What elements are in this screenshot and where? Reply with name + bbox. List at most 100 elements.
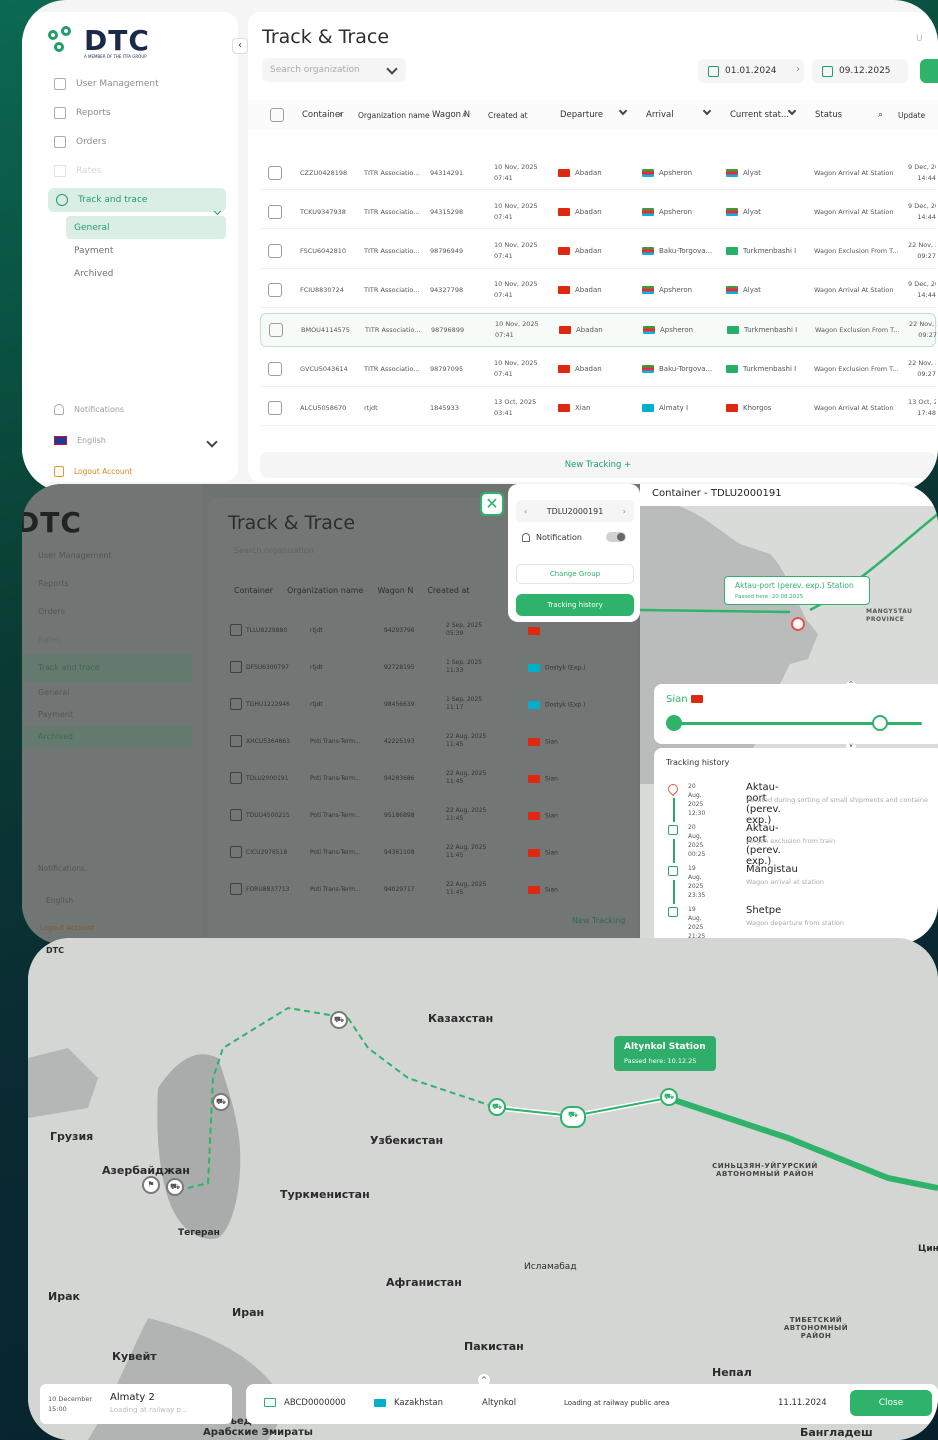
select-all-checkbox[interactable] (270, 108, 284, 122)
train-current-icon[interactable]: ⛟ (560, 1106, 586, 1128)
station-marker[interactable]: ⛟ (660, 1088, 678, 1106)
sidebar-sub-archived[interactable]: Archived (22, 726, 192, 748)
row-checkbox[interactable] (268, 204, 282, 219)
column-created-at[interactable]: Created at (488, 111, 528, 120)
date-to-picker[interactable]: 09.12.2025 (812, 59, 908, 83)
table-row[interactable]: GVCU5043614 TITR Associatio... 98797095 10 … (260, 353, 936, 387)
sidebar-item-rates[interactable]: Rates (22, 156, 238, 185)
station-marker[interactable]: ⛟ (488, 1098, 506, 1116)
language-select[interactable]: English (46, 896, 73, 905)
notification-toggle[interactable] (605, 532, 626, 542)
cell-arr-text: Baku-Torgova... (659, 247, 713, 256)
sidebar-item-user-management[interactable]: User Management (22, 69, 238, 98)
row-checkbox[interactable] (268, 362, 282, 376)
notifications-link[interactable]: Notifications (54, 404, 124, 415)
row-checkbox[interactable] (268, 244, 282, 259)
sidebar-sub-general[interactable]: General (66, 216, 226, 239)
row-checkbox[interactable] (230, 883, 242, 895)
chevron-left-icon[interactable]: ‹ (524, 507, 527, 516)
row-checkbox[interactable] (230, 772, 242, 784)
search-icon[interactable]: ⌕ (338, 110, 343, 120)
sidebar-item-reports[interactable]: Reports (22, 98, 238, 127)
column-wagon[interactable]: Wagon N (377, 586, 413, 595)
aktau-station-marker[interactable] (791, 617, 805, 631)
chevron-down-icon[interactable] (206, 436, 218, 448)
change-group-button[interactable]: Change Group (516, 564, 634, 584)
column-created-at[interactable]: Created at (427, 586, 469, 595)
column-container[interactable]: Container (234, 586, 273, 595)
new-tracking-button[interactable]: New Tracking + (260, 452, 936, 478)
search-organization-input[interactable]: Search organization (262, 58, 406, 82)
sidebar-item-rates[interactable]: Rates (22, 626, 192, 654)
sidebar-item-track-and-trace[interactable]: Track and trace (22, 654, 192, 682)
operation-date: 11.11.2024 (778, 1398, 827, 1408)
row-checkbox[interactable] (268, 283, 282, 298)
search-icon[interactable]: ⌕ (878, 110, 883, 120)
column-status[interactable]: Status (815, 110, 842, 120)
table-row[interactable]: DFSU6300797 rtjdt 92728195 1 Sep, 2025 11:33… (214, 653, 638, 683)
cell-created-time: 07:41 (494, 212, 513, 221)
table-row[interactable]: FORU8837713 Poti Trans-Term... 94029717 22 … (214, 875, 638, 905)
sidebar-item-user-management[interactable]: User Management (22, 542, 192, 570)
sidebar-item-orders[interactable]: Orders (22, 598, 192, 626)
row-checkbox[interactable] (230, 846, 242, 858)
row-checkbox[interactable] (230, 809, 242, 821)
collapse-sidebar-button[interactable]: ‹ (232, 38, 248, 54)
station-marker[interactable]: ⛟ (330, 1011, 348, 1029)
row-checkbox[interactable] (268, 165, 282, 180)
table-row[interactable]: TGHU1222946 rtjdt 98456639 1 Sep, 2025 11:17… (214, 690, 638, 720)
table-row[interactable]: FCIU8830724 TITR Associatio... 94327798 10 … (260, 274, 936, 308)
row-checkbox[interactable] (230, 661, 242, 673)
notifications-link[interactable]: Notifications (38, 864, 85, 873)
table-row[interactable]: TDUU4500215 Poti Trans-Term... 95186898 22 … (214, 801, 638, 831)
column-organization[interactable]: Organization name (358, 111, 430, 120)
cell-wagon: 98456639 (384, 701, 415, 708)
column-organization[interactable]: Organization name (287, 586, 363, 595)
chevron-right-icon[interactable]: › (623, 507, 626, 516)
table-row[interactable]: FSCU6042810 TITR Associatio... 98796949 10 … (260, 235, 936, 269)
search-organization-input[interactable]: Search organization (234, 546, 314, 555)
close-button[interactable]: Close (850, 1390, 932, 1416)
apply-button[interactable] (920, 59, 938, 83)
cell-status: Wagon Arrival At Station (814, 168, 894, 177)
table-row[interactable]: TCKU9347938 TITR Associatio... 94315298 10 … (260, 195, 936, 230)
chevron-up-icon[interactable]: ^ (846, 681, 856, 691)
row-checkbox[interactable] (230, 735, 242, 747)
sidebar-sub-payment[interactable]: Payment (22, 239, 238, 262)
table-row[interactable]: BMOU4114575 TITR Associatio... 98796899 10 … (260, 313, 937, 348)
column-arrival[interactable]: Arrival (646, 110, 674, 120)
column-departure[interactable]: Departure (560, 110, 603, 120)
table-row[interactable]: ALCU5058670 rtjdt 1845933 13 Oct, 2025 03:41… (260, 392, 936, 426)
tracking-history-button[interactable]: Tracking history (516, 594, 634, 616)
cell-update: 9 Dec, 20 14:44 (908, 279, 936, 301)
row-checkbox[interactable] (269, 323, 283, 338)
station-marker[interactable]: ⛟ (212, 1093, 230, 1111)
table-row[interactable]: XHCU5364863 Poti Trans-Term... 42225193 22 … (214, 727, 638, 757)
new-tracking-button[interactable]: New Tracking (572, 916, 625, 925)
row-checkbox[interactable] (268, 401, 282, 416)
language-select[interactable]: English (54, 436, 106, 445)
flag-marker-icon[interactable]: ⚑ (142, 1176, 160, 1194)
search-icon[interactable]: ⌕ (462, 110, 467, 120)
close-icon[interactable]: ✕ (480, 492, 504, 516)
table-row[interactable]: TDLU2000191 Poti Trans-Term... 94283686 22 … (214, 764, 638, 794)
main-content: Track & Trace Search organization 01.01.… (248, 12, 938, 482)
current-train-icon[interactable] (872, 715, 888, 731)
station-marker[interactable]: ⛟ (166, 1178, 184, 1196)
sidebar-item-track-and-trace[interactable]: Track and trace (48, 188, 226, 216)
sidebar-sub-general[interactable]: General (22, 682, 192, 704)
table-row[interactable]: CZZU0428198 TITR Associatio... 94314291 10 … (260, 156, 936, 190)
sidebar-item-orders[interactable]: Orders (22, 127, 238, 156)
date-from-picker[interactable]: 01.01.2024 (698, 59, 804, 83)
logout-button[interactable]: Logout Account (40, 924, 94, 932)
flag-icon (558, 365, 570, 373)
sidebar-sub-archived[interactable]: Archived (22, 262, 238, 285)
table-row[interactable]: CICU2976518 Poti Trans-Term... 94361108 22 … (214, 838, 638, 868)
row-checkbox[interactable] (230, 624, 242, 636)
logout-button[interactable]: Logout Account (54, 466, 132, 477)
column-current-station[interactable]: Current stat... (730, 110, 789, 120)
sidebar-sub-payment[interactable]: Payment (22, 704, 192, 726)
column-update[interactable]: Update (898, 111, 925, 120)
sidebar-item-reports[interactable]: Reports (22, 570, 192, 598)
row-checkbox[interactable] (230, 698, 242, 710)
